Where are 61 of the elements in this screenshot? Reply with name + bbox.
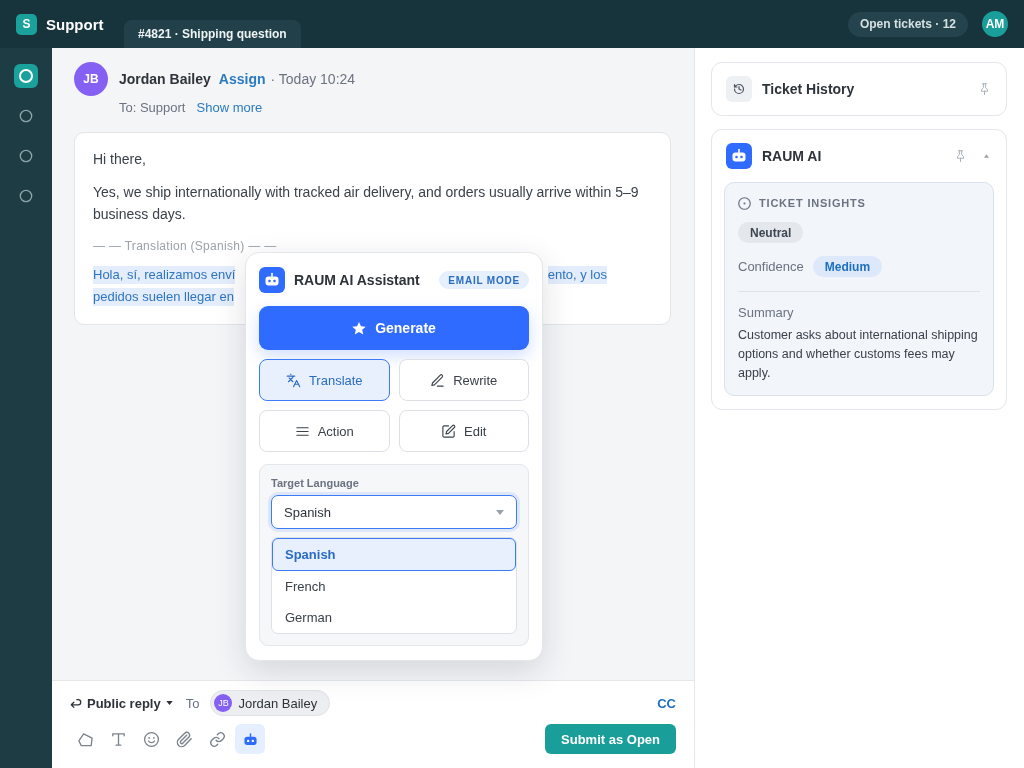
text-icon[interactable]	[109, 730, 127, 748]
pencil-icon	[430, 372, 446, 388]
show-more-link[interactable]: Show more	[196, 100, 263, 116]
action-button[interactable]: Edit	[398, 410, 529, 452]
circle-dot-icon	[738, 196, 751, 210]
generate-button[interactable]: Generate	[259, 306, 529, 350]
caret-down-icon	[496, 509, 504, 515]
to-label: To	[185, 695, 200, 711]
open-tickets-badge[interactable]: Open tickets · 12	[847, 11, 968, 37]
link-icon[interactable]	[208, 730, 226, 748]
recipient-chip[interactable]: JB Jordan Bailey	[210, 690, 331, 716]
translation-label: — — Translation (Spanish) — —	[93, 238, 278, 255]
language-select[interactable]: Spanish	[271, 495, 517, 529]
message-time: · Today 10:24	[270, 71, 356, 87]
edit-icon	[441, 423, 457, 439]
message-text: Hi there,	[93, 150, 147, 169]
sentiment-badge: Neutral	[738, 222, 804, 243]
sender-name: Jordan Bailey	[119, 71, 211, 87]
mode-badge: EMAIL MODE	[439, 271, 529, 289]
card-title: Ticket History	[762, 81, 855, 97]
reply-mode-dropdown[interactable]: Public reply	[70, 695, 173, 711]
assistant-title: RAUM AI Assistant	[294, 272, 420, 288]
card-title: RAUM AI	[762, 148, 822, 164]
confidence-badge: Medium	[812, 256, 883, 277]
cc-link[interactable]: CC	[657, 695, 676, 711]
app-logo: S	[16, 13, 37, 35]
smiley-icon[interactable]	[142, 730, 160, 748]
assign-link[interactable]: Assign	[218, 71, 266, 87]
action-button[interactable]: Action	[259, 410, 390, 452]
language-option[interactable]: French	[272, 571, 516, 602]
pentagon-icon[interactable]	[76, 730, 94, 748]
recipient-text: To: Support	[119, 100, 186, 116]
translated-text: ento, y los	[547, 266, 607, 284]
insights-heading: TICKET INSIGHTS	[759, 196, 866, 210]
pin-icon[interactable]	[980, 83, 989, 95]
action-button[interactable]: Translate	[259, 359, 390, 401]
robot-icon[interactable]	[235, 724, 265, 754]
star-icon	[352, 321, 367, 335]
language-option[interactable]: German	[272, 602, 516, 633]
paperclip-icon[interactable]	[175, 730, 193, 748]
recipient-avatar: JB	[214, 694, 233, 712]
action-button[interactable]: Rewrite	[398, 359, 529, 401]
reply-arrow-icon	[70, 697, 82, 709]
summary-label: Summary	[738, 305, 795, 321]
summary-text: Customer asks about international shipping options and whether customs fees may apply.	[738, 327, 979, 382]
confidence-label: Confidence	[738, 259, 804, 274]
translated-text: pedidos suelen llegar en	[93, 288, 234, 306]
pin-icon[interactable]	[956, 150, 965, 162]
ticket-tab[interactable]: #4821 · Shipping question	[124, 20, 301, 48]
caret-down-icon	[165, 701, 173, 705]
translated-text: Hola, sí, realizamos enví	[93, 266, 236, 284]
translate-icon	[285, 372, 301, 388]
history-icon	[726, 76, 752, 102]
message-text: Yes, we ship internationally with tracked air delivery, and orders usually arrive within 5–9 business days.	[93, 183, 640, 224]
app-name: Support	[46, 15, 104, 33]
sender-avatar: JB	[74, 62, 108, 96]
robot-icon	[726, 143, 752, 169]
caret-up-icon[interactable]	[984, 154, 989, 158]
language-option[interactable]: Spanish	[272, 538, 516, 571]
field-label: Target Language	[271, 476, 360, 490]
robot-icon	[259, 267, 285, 293]
